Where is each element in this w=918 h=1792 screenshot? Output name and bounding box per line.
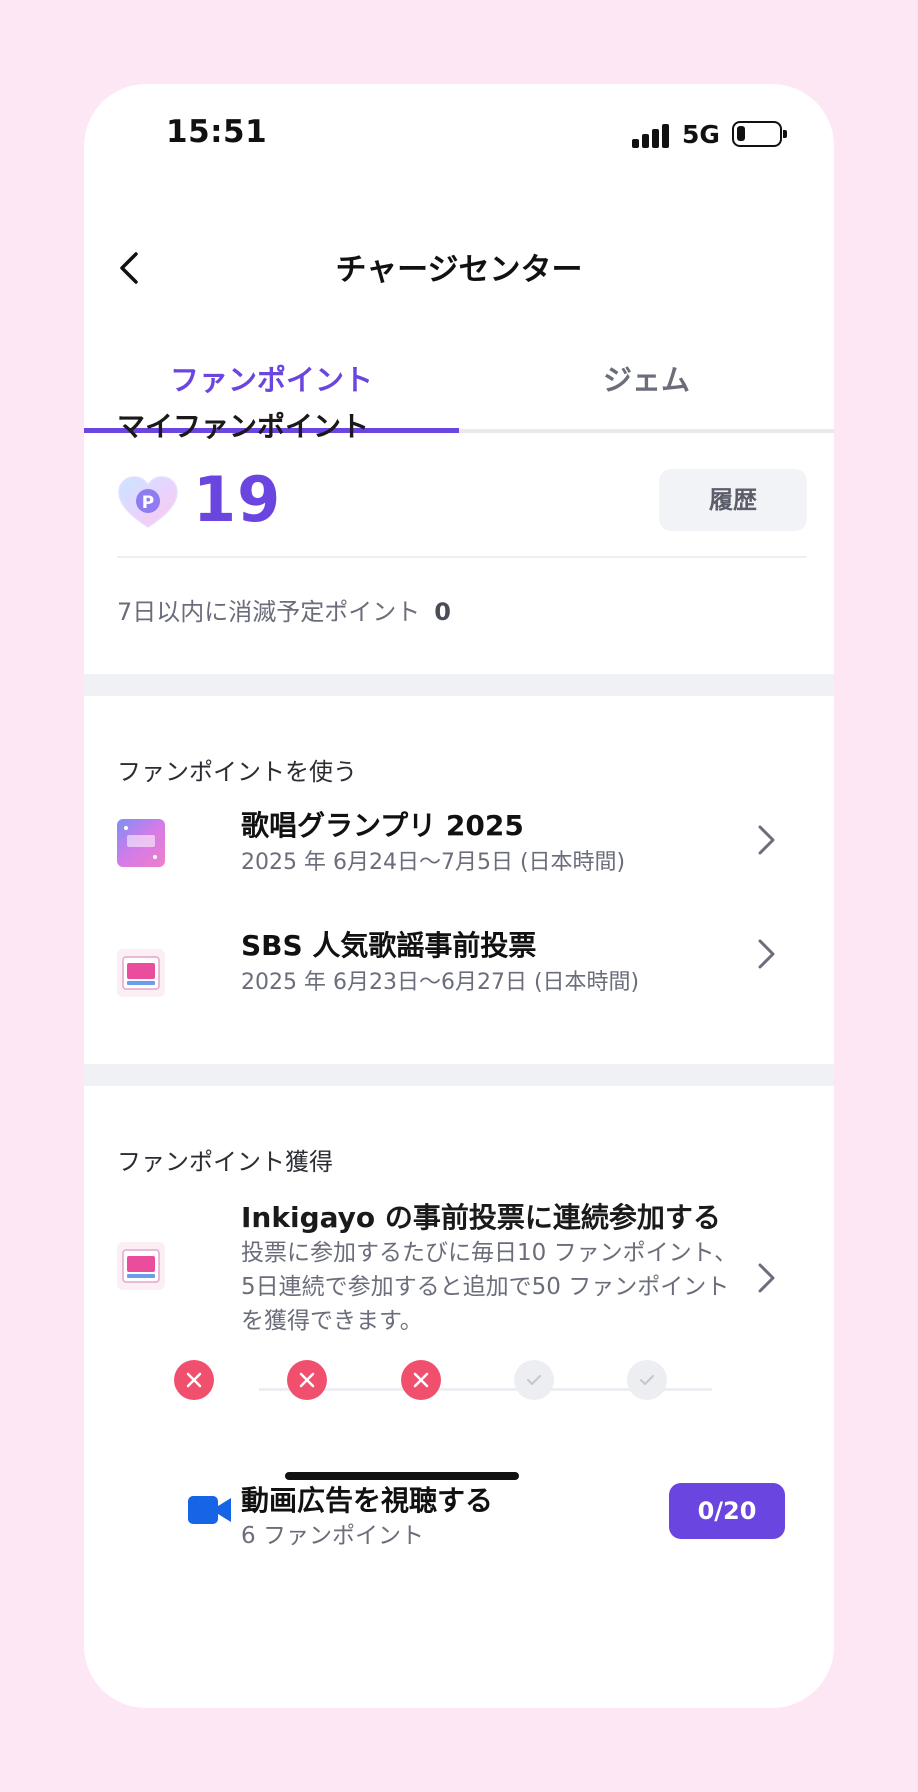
chevron-right-icon [758,825,775,855]
network-label: 5G [682,120,720,149]
event-item-inkigayo[interactable]: SBS 人気歌謡事前投票 2025 年 6月23日〜6月27日 (日本時間) [117,914,807,1004]
signal-icon [632,124,670,148]
mission-title[interactable]: Inkigayo の事前投票に連続参加する [241,1196,721,1236]
expire-label: 7日以内に消滅予定ポイント [117,598,421,626]
event-item-grand-prix[interactable]: 歌唱グランプリ 2025 2025 年 6月24日〜7月5日 (日本時間) [117,784,807,875]
my-points-title: マイファンポイント [117,410,370,443]
battery-icon [732,121,787,147]
chevron-right-icon[interactable] [751,1258,781,1298]
status-time: 15:51 [166,114,268,150]
phone-screen: 15:51 5G チャージセンター ファンポイント ジェム マイファンポイント [84,84,834,1708]
use-section-title: ファンポイントを使う [117,758,357,786]
streak-day-4 [514,1360,554,1400]
streak-day-1 [174,1360,214,1400]
ad-title: 動画広告を視聴する [241,1484,494,1517]
status-bar: 15:51 5G [84,84,834,184]
tab-gems[interactable]: ジェム [459,329,834,435]
history-button[interactable]: 履歴 [659,469,807,531]
watch-ad-button[interactable]: 0/20 [669,1483,785,1539]
earn-section-title: ファンポイント獲得 [117,1148,333,1176]
event-title: SBS 人気歌謡事前投票 [241,929,537,962]
close-icon [413,1372,429,1388]
event-date: 2025 年 6月23日〜6月27日 (日本時間) [241,970,640,995]
points-value: 19 [193,463,282,536]
streak-day-2 [287,1360,327,1400]
event-date: 2025 年 6月24日〜7月5日 (日本時間) [241,850,626,875]
divider [117,556,807,558]
chevron-right-icon [758,939,775,969]
header: チャージセンター [84,234,834,304]
home-indicator[interactable] [285,1472,519,1480]
expire-row: 7日以内に消滅予定ポイント 0 [117,592,451,627]
mission-description: 投票に参加するたびに毎日10 ファンポイント、5日連続で参加すると追加で50 フ… [241,1240,738,1334]
close-icon [299,1372,315,1388]
mission-thumbnail [117,1242,165,1290]
event-title: 歌唱グランプリ 2025 [241,809,524,842]
streak-day-3 [401,1360,441,1400]
check-icon [527,1375,541,1385]
heart-point-icon: P [118,476,178,528]
page-title: チャージセンター [335,252,583,288]
ad-subtitle: 6 ファンポイント [241,1523,424,1549]
section-separator [84,1064,834,1086]
event-thumbnail [117,949,165,997]
video-camera-icon [188,1496,231,1524]
svg-text:P: P [142,493,154,513]
expire-value: 0 [434,598,451,626]
event-thumbnail [117,819,165,867]
close-icon [186,1372,202,1388]
check-icon [640,1375,654,1385]
section-separator [84,674,834,696]
streak-day-5 [627,1360,667,1400]
